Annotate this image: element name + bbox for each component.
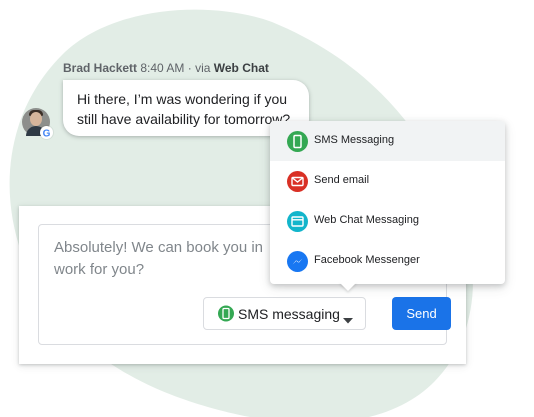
email-icon bbox=[287, 171, 308, 192]
channel-select[interactable]: SMS messaging bbox=[203, 297, 366, 330]
menu-item-label: Send email bbox=[314, 174, 370, 186]
chevron-down-icon bbox=[343, 311, 353, 329]
send-button[interactable]: Send bbox=[392, 297, 451, 330]
menu-item-messenger[interactable]: Facebook Messenger bbox=[270, 241, 505, 281]
via-label: · via bbox=[187, 61, 211, 75]
sms-phone-icon bbox=[287, 131, 308, 152]
message-meta: Brad Hackett 8:40 AM · via Web Chat bbox=[63, 61, 269, 75]
svg-text:G: G bbox=[43, 129, 51, 140]
selected-channel-label: SMS messaging bbox=[238, 306, 340, 322]
avatar: G bbox=[22, 108, 53, 140]
menu-item-email[interactable]: Send email bbox=[270, 161, 505, 201]
messenger-icon bbox=[287, 251, 308, 272]
message-time: 8:40 AM bbox=[140, 61, 185, 75]
menu-item-label: Web Chat Messaging bbox=[314, 214, 419, 226]
message-channel: Web Chat bbox=[213, 61, 269, 75]
sms-phone-icon bbox=[218, 305, 234, 327]
menu-item-label: Facebook Messenger bbox=[314, 254, 420, 266]
channel-menu: SMS Messaging Send email Web Chat Messag… bbox=[270, 121, 505, 284]
reply-text[interactable]: Absolutely! We can book you in work for … bbox=[54, 237, 284, 281]
menu-item-label: SMS Messaging bbox=[314, 134, 395, 146]
menu-pointer bbox=[339, 282, 357, 291]
sender-name: Brad Hackett bbox=[63, 61, 138, 75]
web-chat-icon bbox=[287, 211, 308, 232]
menu-item-web-chat[interactable]: Web Chat Messaging bbox=[270, 201, 505, 241]
menu-item-sms[interactable]: SMS Messaging bbox=[270, 121, 505, 161]
google-icon: G bbox=[40, 126, 53, 140]
